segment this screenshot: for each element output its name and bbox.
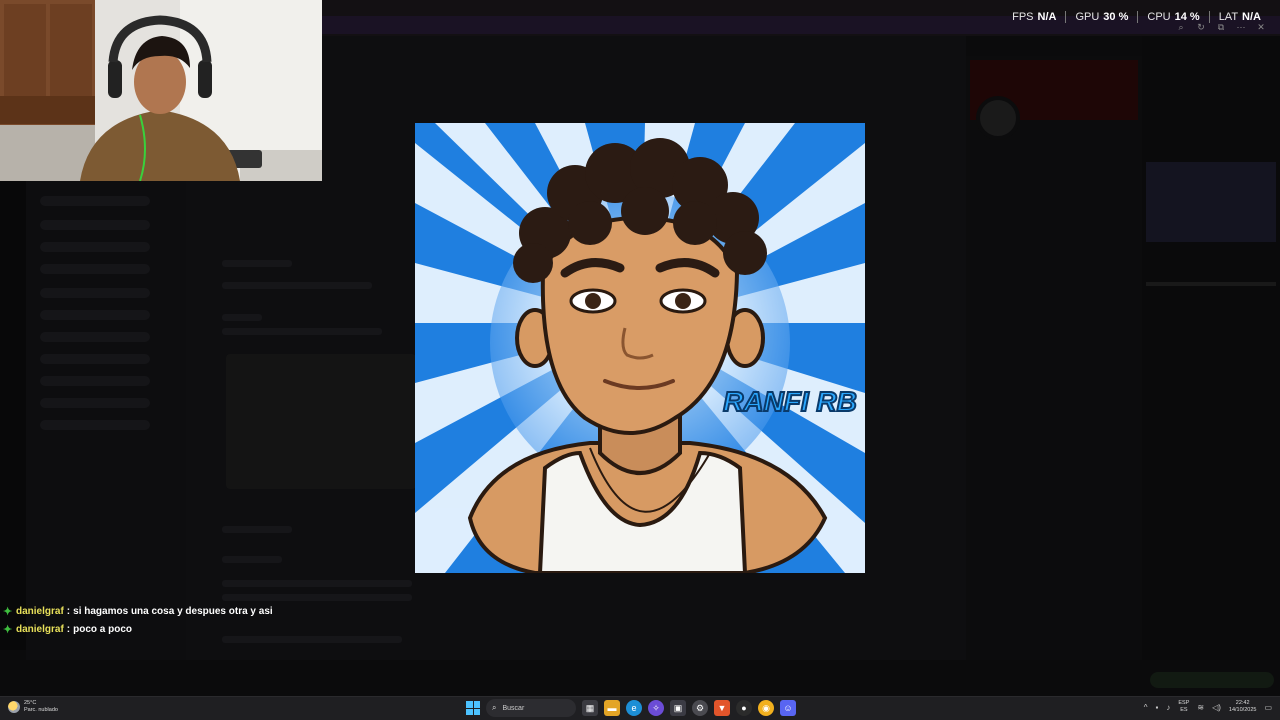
rotate-icon[interactable]: ↻ [1196, 22, 1206, 32]
avatar-image[interactable]: RANFI RB [415, 123, 865, 573]
hue-slider [1146, 282, 1276, 286]
weather-desc: Parc. nublado [24, 707, 58, 713]
clock-time: 22:42 [1235, 700, 1250, 706]
github-icon[interactable]: ● [736, 700, 752, 716]
taskbar-search[interactable]: ⌕ Buscar [486, 699, 576, 717]
channel-row [40, 310, 150, 320]
channel-row [40, 332, 150, 342]
taskbar-apps: ⌕ Buscar ▦ ▬ e ✧ ▣ ⚙ ▼ ● ◉ ☺ [466, 699, 796, 717]
language-indicator[interactable]: ESP ES [1178, 700, 1189, 714]
language-sub: ES [1180, 707, 1188, 713]
settings-panel [1142, 36, 1280, 688]
clock[interactable]: 22:42 14/10/2025 [1229, 700, 1257, 714]
search-icon: ⌕ [492, 703, 497, 712]
server-rail [0, 180, 26, 650]
chat-line [222, 526, 292, 533]
fps-label: FPS [1012, 11, 1034, 23]
subscriber-badge-icon: ✦ [3, 606, 13, 618]
chat-username: danielgraf [16, 606, 64, 617]
settings-icon[interactable]: ⚙ [692, 700, 708, 716]
chrome-icon[interactable]: ◉ [758, 700, 774, 716]
image-viewer-toolbar: ⌕ ↻ ⧉ ⋯ ✕ [1176, 22, 1266, 32]
zoom-icon[interactable]: ⌕ [1176, 22, 1186, 32]
clock-date: 14/10/2025 [1228, 707, 1257, 713]
channel-row [40, 354, 150, 364]
search-placeholder: Buscar [502, 704, 525, 712]
weather-widget[interactable]: 25°C Parc. nublado [8, 700, 58, 714]
chat-text: si hagamos una cosa y despues otra y asi [73, 606, 273, 617]
channel-row [40, 288, 150, 298]
gpu-stat: GPU 30 % [1065, 11, 1137, 23]
chevron-up-icon[interactable]: ^ [1144, 703, 1148, 712]
chat-line [222, 260, 292, 267]
chat-message: ✦ danielgraf : si hagamos una cosa y des… [3, 603, 273, 621]
channel-row [40, 242, 150, 252]
copilot-icon[interactable]: ✧ [648, 700, 664, 716]
cpu-label: CPU [1147, 11, 1171, 23]
notification-icon[interactable]: ▭ [1264, 703, 1272, 712]
discord-icon[interactable]: ☺ [780, 700, 796, 716]
channel-row [40, 196, 150, 206]
avatar-illustration: RANFI RB [415, 123, 865, 573]
channel-row [40, 376, 150, 386]
channel-row [40, 220, 150, 230]
channel-row [40, 398, 150, 408]
more-icon[interactable]: ⋯ [1236, 22, 1246, 32]
chat-line [222, 328, 382, 335]
partly-cloudy-icon [8, 701, 20, 713]
chat-line [222, 580, 412, 587]
chat-line [222, 556, 282, 563]
profile-panel [966, 56, 1142, 660]
volume-icon[interactable]: ◁) [1212, 703, 1221, 712]
chat-line [222, 314, 262, 321]
stream-chat-overlay: ✦ danielgraf : si hagamos una cosa y des… [3, 603, 273, 639]
profile-avatar [976, 96, 1020, 140]
widgets-icon[interactable]: ▦ [582, 700, 598, 716]
gpu-label: GPU [1075, 11, 1100, 23]
chat-separator: : [66, 624, 71, 635]
chat-message: ✦ danielgraf : poco a poco [3, 621, 273, 639]
fps-stat: FPS N/A [1003, 11, 1065, 23]
webcam-feed [0, 0, 322, 181]
chat-line [222, 282, 372, 289]
wifi-icon[interactable]: ≋ [1197, 703, 1204, 712]
webcam-scene [0, 0, 322, 181]
brave-icon[interactable]: ▼ [714, 700, 730, 716]
fps-value: N/A [1037, 11, 1057, 23]
windows-taskbar: 25°C Parc. nublado ⌕ Buscar ▦ ▬ e ✧ ▣ ⚙ … [0, 696, 1280, 720]
edge-icon[interactable]: e [626, 700, 642, 716]
chat-text: poco a poco [73, 624, 133, 635]
close-icon[interactable]: ✕ [1256, 22, 1266, 32]
gpu-value: 30 % [1103, 11, 1129, 23]
channel-row [40, 420, 150, 430]
store-icon[interactable]: ▣ [670, 700, 686, 716]
chat-line [222, 594, 412, 601]
save-pill [1150, 672, 1274, 688]
color-picker [1146, 162, 1276, 242]
channel-row [40, 264, 150, 274]
open-external-icon[interactable]: ⧉ [1216, 22, 1226, 32]
subscriber-badge-icon: ✦ [3, 624, 13, 636]
channel-list [26, 180, 186, 660]
tray-app-icon[interactable]: ▪ [1156, 703, 1159, 712]
chat-username: danielgraf [16, 624, 64, 635]
file-explorer-icon[interactable]: ▬ [604, 700, 620, 716]
chat-image-thumbnail [226, 354, 416, 489]
start-button[interactable] [466, 701, 480, 715]
microphone-icon[interactable]: ♪ [1166, 703, 1170, 712]
avatar-caption: RANFI RB [723, 386, 857, 417]
chat-separator: : [66, 606, 71, 617]
system-tray: ^ ▪ ♪ ESP ES ≋ ◁) 22:42 14/10/2025 ▭ [1144, 700, 1272, 714]
language-code: ESP [1178, 700, 1190, 706]
weather-temp: 25°C [24, 700, 37, 706]
